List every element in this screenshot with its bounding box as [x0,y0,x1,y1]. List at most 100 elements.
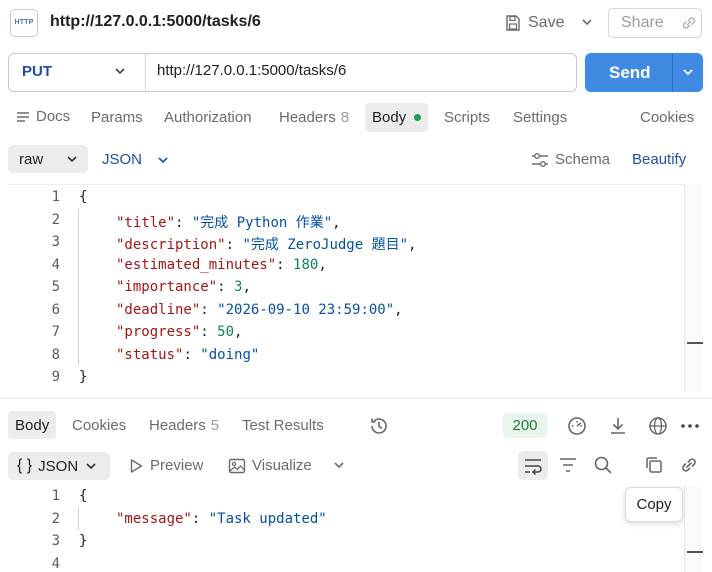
tab-body[interactable]: Body [365,103,429,132]
send-label: Send [609,63,651,82]
chevron-down-icon [86,463,96,470]
json-sep: , [242,279,251,295]
chevron-down-icon[interactable] [332,458,346,472]
language-select[interactable]: JSON [102,151,170,168]
response-format-select[interactable]: { } JSON [8,452,110,480]
save-button[interactable]: Save [504,10,564,36]
braces-icon: { } [17,457,33,474]
globe-icon[interactable] [647,415,669,437]
json-line: "status": "doing" [116,347,260,363]
json-sep: , [234,324,243,340]
response-tab-body[interactable]: Body [8,411,57,439]
tab-headers[interactable]: Headers 8 [279,109,349,126]
url-input[interactable]: http://127.0.0.1:5000/tasks/6 [157,62,346,79]
history-icon[interactable] [368,415,390,437]
preview-label: Preview [150,457,204,474]
docs-icon [17,111,29,122]
line-number: 8 [51,347,60,363]
preview-button[interactable]: Preview [128,457,203,474]
download-icon[interactable] [607,415,629,437]
json-key: "title" [116,215,176,231]
line-number: 4 [51,257,60,273]
visualize-button[interactable]: Visualize [228,457,312,474]
close-brace: } [79,369,88,385]
request-body-editor[interactable]: 1 2 3 4 5 6 7 8 9 { "title": "完成 Python … [8,184,702,392]
chevron-down-icon [158,156,168,163]
line-number: 5 [51,279,60,295]
copy-icon[interactable] [644,455,664,475]
tab-docs-label: Docs [36,108,71,125]
scroll-marker [687,551,703,553]
json-line: "title": "完成 Python 作業", [116,215,341,231]
tab-params[interactable]: Params [91,109,143,126]
chevron-down-icon [67,156,77,163]
pane-divider[interactable] [0,398,712,399]
line-number: 7 [51,324,60,340]
response-scrollbar[interactable] [684,486,703,572]
tab-authorization[interactable]: Authorization [164,109,252,126]
json-value: "完成 ZeroJudge 題目" [242,237,409,253]
json-key: "message" [116,511,192,527]
json-line: "importance": 3, [116,279,251,295]
schema-label: Schema [555,151,611,168]
filter-icon[interactable] [558,456,578,474]
json-line: "message": "Task updated" [116,511,327,527]
link-icon[interactable] [679,455,699,475]
chevron-down-icon[interactable] [113,64,127,78]
headers-count: 5 [210,417,220,434]
send-button[interactable]: Send [585,53,703,92]
line-number: 3 [51,533,60,549]
tab-settings[interactable]: Settings [513,109,567,126]
response-body-viewer[interactable]: 1 2 3 4 { "message": "Task updated" } [8,486,684,572]
line-number: 4 [51,556,60,572]
json-key: "progress" [116,324,201,340]
image-icon [228,458,246,473]
json-value: 50 [217,324,235,340]
response-tab-headers[interactable]: Headers 5 [149,417,219,434]
time-icon[interactable] [566,415,588,437]
line-number: 6 [51,302,60,318]
indent-guide [78,508,79,530]
json-key: "importance" [116,279,218,295]
scroll-marker [687,342,703,344]
json-line: "description": "完成 ZeroJudge 題目", [116,237,417,253]
json-value: "完成 Python 作業" [191,215,333,231]
tab-docs[interactable]: Docs [16,108,70,125]
json-value: "2026-09-10 23:59:00" [217,302,395,318]
status-badge[interactable]: 200 [503,413,547,438]
json-sep: , [408,237,417,253]
indent-guide [78,209,79,365]
http-icon: HTTP [10,9,38,37]
tab-cookies[interactable]: Cookies [640,109,694,126]
beautify-button[interactable]: Beautify [632,151,686,168]
visualize-label: Visualize [252,457,312,474]
schema-icon [532,152,548,167]
json-line: "estimated_minutes": 180, [116,257,327,273]
chevron-down-icon[interactable] [681,65,695,79]
tab-body-label: Body [372,109,407,126]
body-mode-select[interactable]: raw [8,145,88,173]
method-select[interactable]: PUT [22,63,52,80]
line-number: 1 [51,488,60,504]
body-mode-label: raw [19,150,44,168]
more-icon[interactable] [680,415,700,437]
chevron-down-icon[interactable] [579,12,595,32]
tab-scripts[interactable]: Scripts [444,109,490,126]
line-number: 1 [51,189,60,205]
play-icon [130,458,143,473]
language-label: JSON [102,151,143,168]
divider [145,54,146,91]
share-button[interactable]: Share [608,8,702,38]
json-value: "doing" [200,347,260,363]
response-tab-test-results[interactable]: Test Results [242,417,324,434]
request-title[interactable]: http://127.0.0.1:5000/tasks/6 [50,13,261,31]
schema-button[interactable]: Schema [530,151,610,168]
editor-scrollbar[interactable] [684,184,703,392]
open-brace: { [79,488,88,504]
response-tab-headers-label: Headers [149,417,206,434]
response-tab-cookies[interactable]: Cookies [72,417,126,434]
search-icon[interactable] [593,455,613,475]
active-dot-icon [414,114,422,121]
wrap-lines-button[interactable] [518,451,548,480]
line-number: 3 [51,234,60,250]
